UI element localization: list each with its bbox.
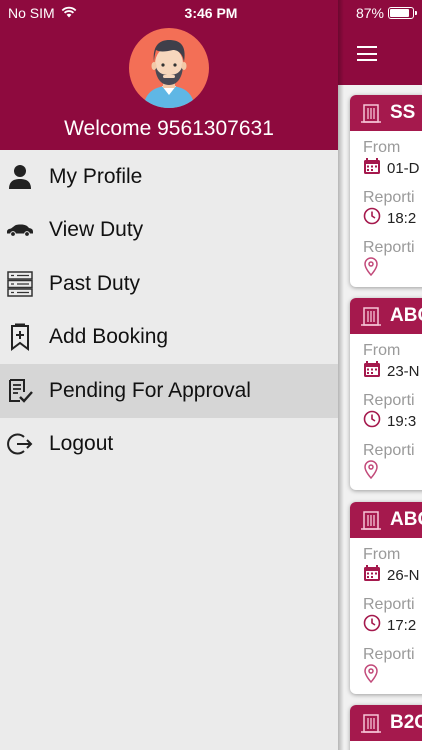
clock-icon xyxy=(363,410,381,432)
location-pin-icon xyxy=(363,257,379,281)
calendar-icon xyxy=(363,360,381,382)
reporting-place-label: Reporti xyxy=(363,646,415,663)
drawer-menu: My Profile View Duty Past Duty Add Booki… xyxy=(0,150,338,471)
bookmark-add-icon xyxy=(6,323,34,352)
checklist-icon xyxy=(6,377,34,405)
building-icon xyxy=(360,713,382,733)
battery-icon xyxy=(388,7,417,19)
booking-card-header: B2C xyxy=(350,705,422,741)
reporting-time-value: 17:2 xyxy=(387,616,417,634)
booking-card[interactable]: ABC From 26-N Reporti 17:2 Reporti xyxy=(350,502,422,694)
status-bar: No SIM 3:46 PM 87% xyxy=(0,0,422,28)
booking-title: ABC xyxy=(390,509,422,530)
menu-label: Logout xyxy=(49,432,114,456)
welcome-text: Welcome 9561307631 xyxy=(64,117,274,140)
location-pin-icon xyxy=(363,460,379,484)
car-icon xyxy=(6,216,34,244)
menu-label: Add Booking xyxy=(49,325,169,349)
menu-item-my-profile[interactable]: My Profile xyxy=(0,150,338,204)
drawer-shadow xyxy=(338,0,344,750)
building-icon xyxy=(360,510,382,530)
logout-icon xyxy=(6,430,34,458)
from-label: From xyxy=(363,342,401,359)
avatar xyxy=(129,28,209,108)
from-value: 26-N xyxy=(387,566,420,584)
from-value: 23-N xyxy=(387,362,420,380)
booking-card-header: SS xyxy=(350,95,422,131)
reporting-time-value: 18:2 xyxy=(387,209,417,227)
main-content: SS From 01-D Reporti 18:2 Reporti ABC xyxy=(338,0,422,750)
booking-card[interactable]: SS From 01-D Reporti 18:2 Reporti xyxy=(350,95,422,287)
booking-card-header: ABC xyxy=(350,502,422,538)
reporting-time-value: 19:3 xyxy=(387,412,417,430)
menu-item-view-duty[interactable]: View Duty xyxy=(0,204,338,258)
reporting-place-label: Reporti xyxy=(363,239,415,256)
hamburger-menu-icon[interactable] xyxy=(357,46,377,61)
menu-label: View Duty xyxy=(49,218,144,242)
from-label: From xyxy=(363,139,401,156)
person-icon xyxy=(6,163,34,191)
calendar-icon xyxy=(363,157,381,179)
navigation-drawer: Welcome 9561307631 My Profile View Duty … xyxy=(0,0,338,750)
booking-card[interactable]: ABC From 23-N Reporti 19:3 Reporti xyxy=(350,298,422,490)
from-value: 01-D xyxy=(387,159,420,177)
building-icon xyxy=(360,306,382,326)
server-list-icon xyxy=(6,270,34,298)
menu-item-past-duty[interactable]: Past Duty xyxy=(0,257,338,311)
booking-title: ABC xyxy=(390,305,422,326)
battery-percent: 87% xyxy=(355,5,384,21)
booking-title: SS xyxy=(390,102,416,123)
booking-card-header: ABC xyxy=(350,298,422,334)
menu-item-logout[interactable]: Logout xyxy=(0,418,338,472)
clock-icon xyxy=(363,614,381,636)
booking-card[interactable]: B2C xyxy=(350,705,422,750)
reporting-time-label: Reporti xyxy=(363,596,415,613)
menu-label: My Profile xyxy=(49,164,143,188)
location-pin-icon xyxy=(363,664,379,688)
clock-icon xyxy=(363,207,381,229)
reporting-time-label: Reporti xyxy=(363,189,415,206)
reporting-time-label: Reporti xyxy=(363,392,415,409)
booking-title: B2C xyxy=(390,712,422,733)
menu-item-add-booking[interactable]: Add Booking xyxy=(0,311,338,365)
building-icon xyxy=(360,103,382,123)
menu-label: Pending For Approval xyxy=(49,378,251,402)
from-label: From xyxy=(363,546,401,563)
reporting-place-label: Reporti xyxy=(363,442,415,459)
calendar-icon xyxy=(363,564,381,586)
menu-item-pending-for-approval[interactable]: Pending For Approval xyxy=(0,364,338,418)
menu-label: Past Duty xyxy=(49,271,141,295)
